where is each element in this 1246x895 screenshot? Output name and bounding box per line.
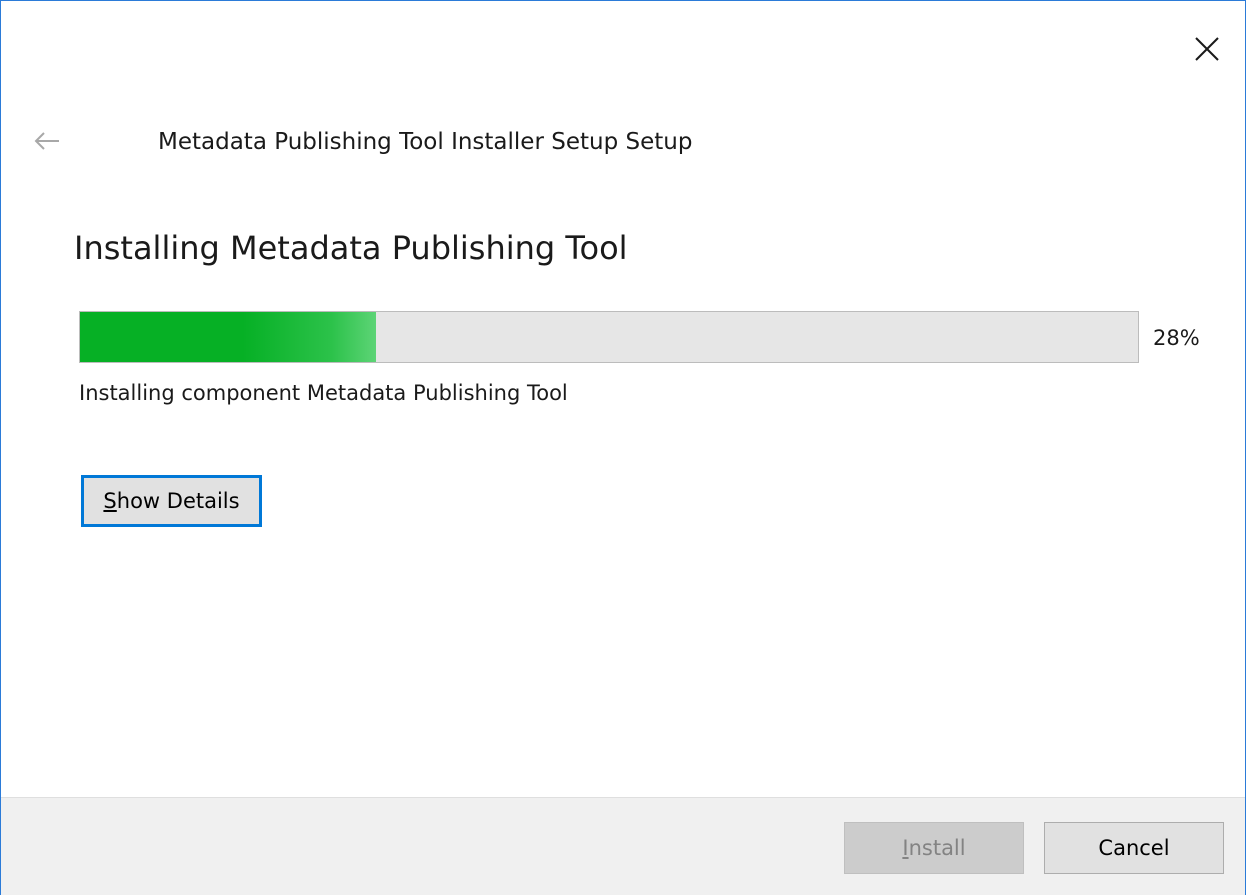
install-button[interactable]: Install	[844, 822, 1024, 874]
cancel-button[interactable]: Cancel	[1044, 822, 1224, 874]
progress-fill	[80, 312, 377, 362]
footer-bar: Install Cancel	[1, 797, 1245, 895]
close-button[interactable]	[1185, 27, 1229, 71]
back-arrow-icon	[34, 132, 59, 150]
show-details-label: Show Details	[83, 477, 260, 525]
status-text: Installing component Metadata Publishing…	[79, 381, 568, 405]
window-title: Metadata Publishing Tool Installer Setup…	[158, 129, 693, 155]
progress-bar	[79, 311, 1139, 363]
progress-percent: 28%	[1153, 326, 1200, 350]
close-icon	[1195, 37, 1219, 61]
back-button[interactable]	[29, 125, 65, 157]
show-details-button[interactable]: Show Details	[81, 475, 262, 527]
page-heading: Installing Metadata Publishing Tool	[74, 229, 628, 267]
installer-window: Metadata Publishing Tool Installer Setup…	[0, 0, 1246, 895]
